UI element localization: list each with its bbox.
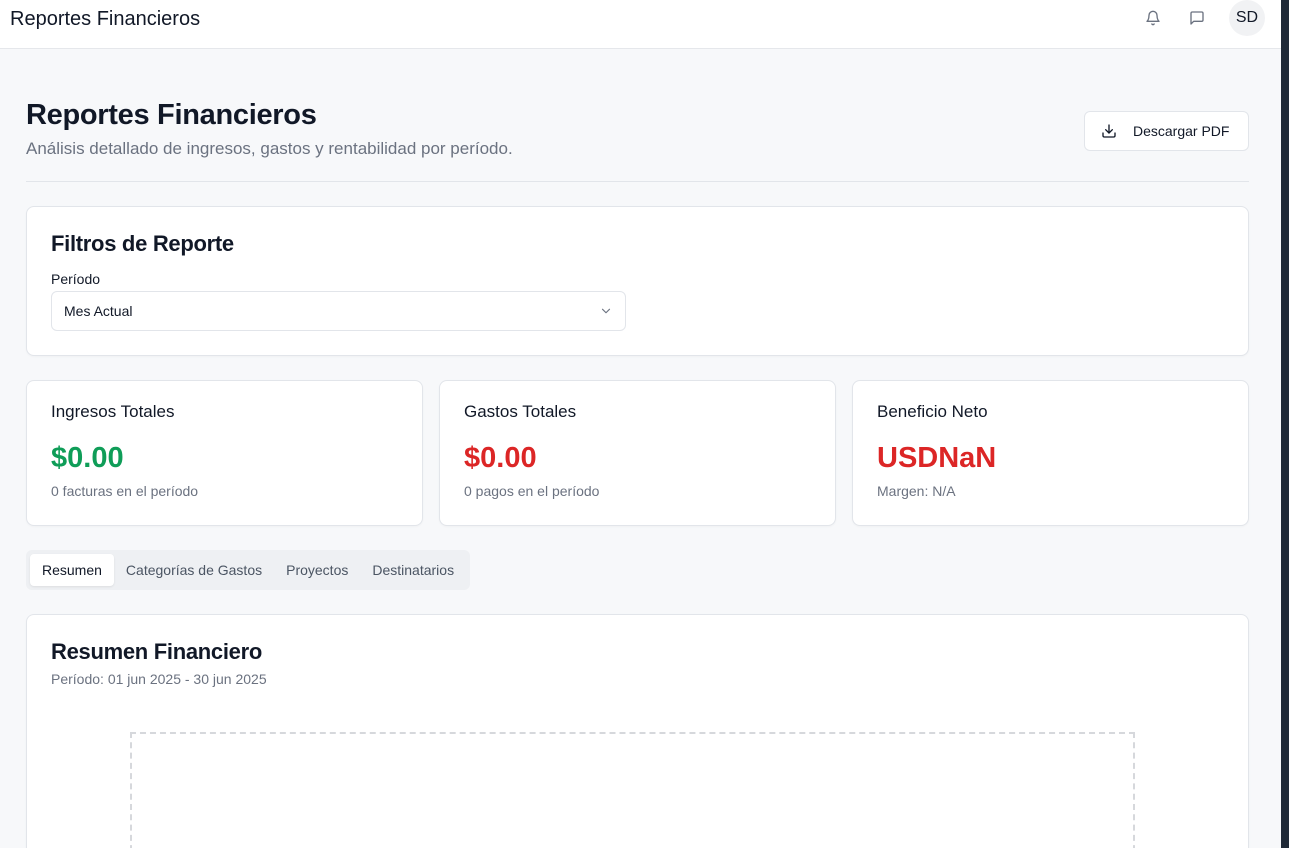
net-profit-stat-card: Beneficio Neto USDNaN Margen: N/A <box>852 380 1249 526</box>
income-value: $0.00 <box>51 442 124 474</box>
page-header: Reportes Financieros Análisis detallado … <box>26 97 1249 182</box>
scrollbar[interactable] <box>1281 0 1289 848</box>
chevron-down-icon <box>601 308 611 314</box>
filters-title: Filtros de Reporte <box>51 231 234 256</box>
net-profit-subtext: Margen: N/A <box>877 483 956 499</box>
download-pdf-label: Descargar PDF <box>1133 123 1230 139</box>
expenses-value: $0.00 <box>464 442 537 474</box>
tab-destinatarios[interactable]: Destinatarios <box>360 554 466 586</box>
app-title: Reportes Financieros <box>10 8 201 30</box>
tab-resumen[interactable]: Resumen <box>30 554 114 586</box>
expenses-stat-card: Gastos Totales $0.00 0 pagos en el perío… <box>439 380 836 526</box>
page-subtitle: Análisis detallado de ingresos, gastos y… <box>26 139 513 158</box>
summary-period: Período: 01 jun 2025 - 30 jun 2025 <box>51 671 267 687</box>
period-select[interactable]: Mes Actual <box>51 291 626 331</box>
report-tabs: Resumen Categorías de Gastos Proyectos D… <box>26 550 471 590</box>
summary-title: Resumen Financiero <box>51 639 262 664</box>
period-label: Período <box>51 271 101 287</box>
chart-placeholder <box>130 732 1135 848</box>
notifications-button[interactable] <box>1141 6 1165 30</box>
income-subtext: 0 facturas en el período <box>51 483 199 499</box>
tab-categorias-gastos[interactable]: Categorías de Gastos <box>114 554 274 586</box>
income-stat-card: Ingresos Totales $0.00 0 facturas en el … <box>26 380 423 526</box>
period-select-value: Mes Actual <box>64 303 133 319</box>
top-bar: Reportes Financieros SD <box>0 0 1281 49</box>
bell-icon <box>1146 10 1160 26</box>
financial-summary-card: Resumen Financiero Período: 01 jun 2025 … <box>26 614 1249 848</box>
download-pdf-button[interactable]: Descargar PDF <box>1084 111 1249 151</box>
tab-proyectos[interactable]: Proyectos <box>274 554 360 586</box>
page-title: Reportes Financieros <box>26 99 317 131</box>
messages-button[interactable] <box>1185 6 1209 30</box>
net-profit-title: Beneficio Neto <box>877 402 988 421</box>
net-profit-value: USDNaN <box>877 442 997 474</box>
report-filters-card: Filtros de Reporte Período Mes Actual <box>26 206 1249 356</box>
download-icon <box>1102 124 1116 138</box>
chat-icon <box>1190 11 1204 25</box>
expenses-subtext: 0 pagos en el período <box>464 483 600 499</box>
expenses-title: Gastos Totales <box>464 402 577 421</box>
user-avatar[interactable]: SD <box>1229 0 1265 36</box>
income-title: Ingresos Totales <box>51 402 175 421</box>
